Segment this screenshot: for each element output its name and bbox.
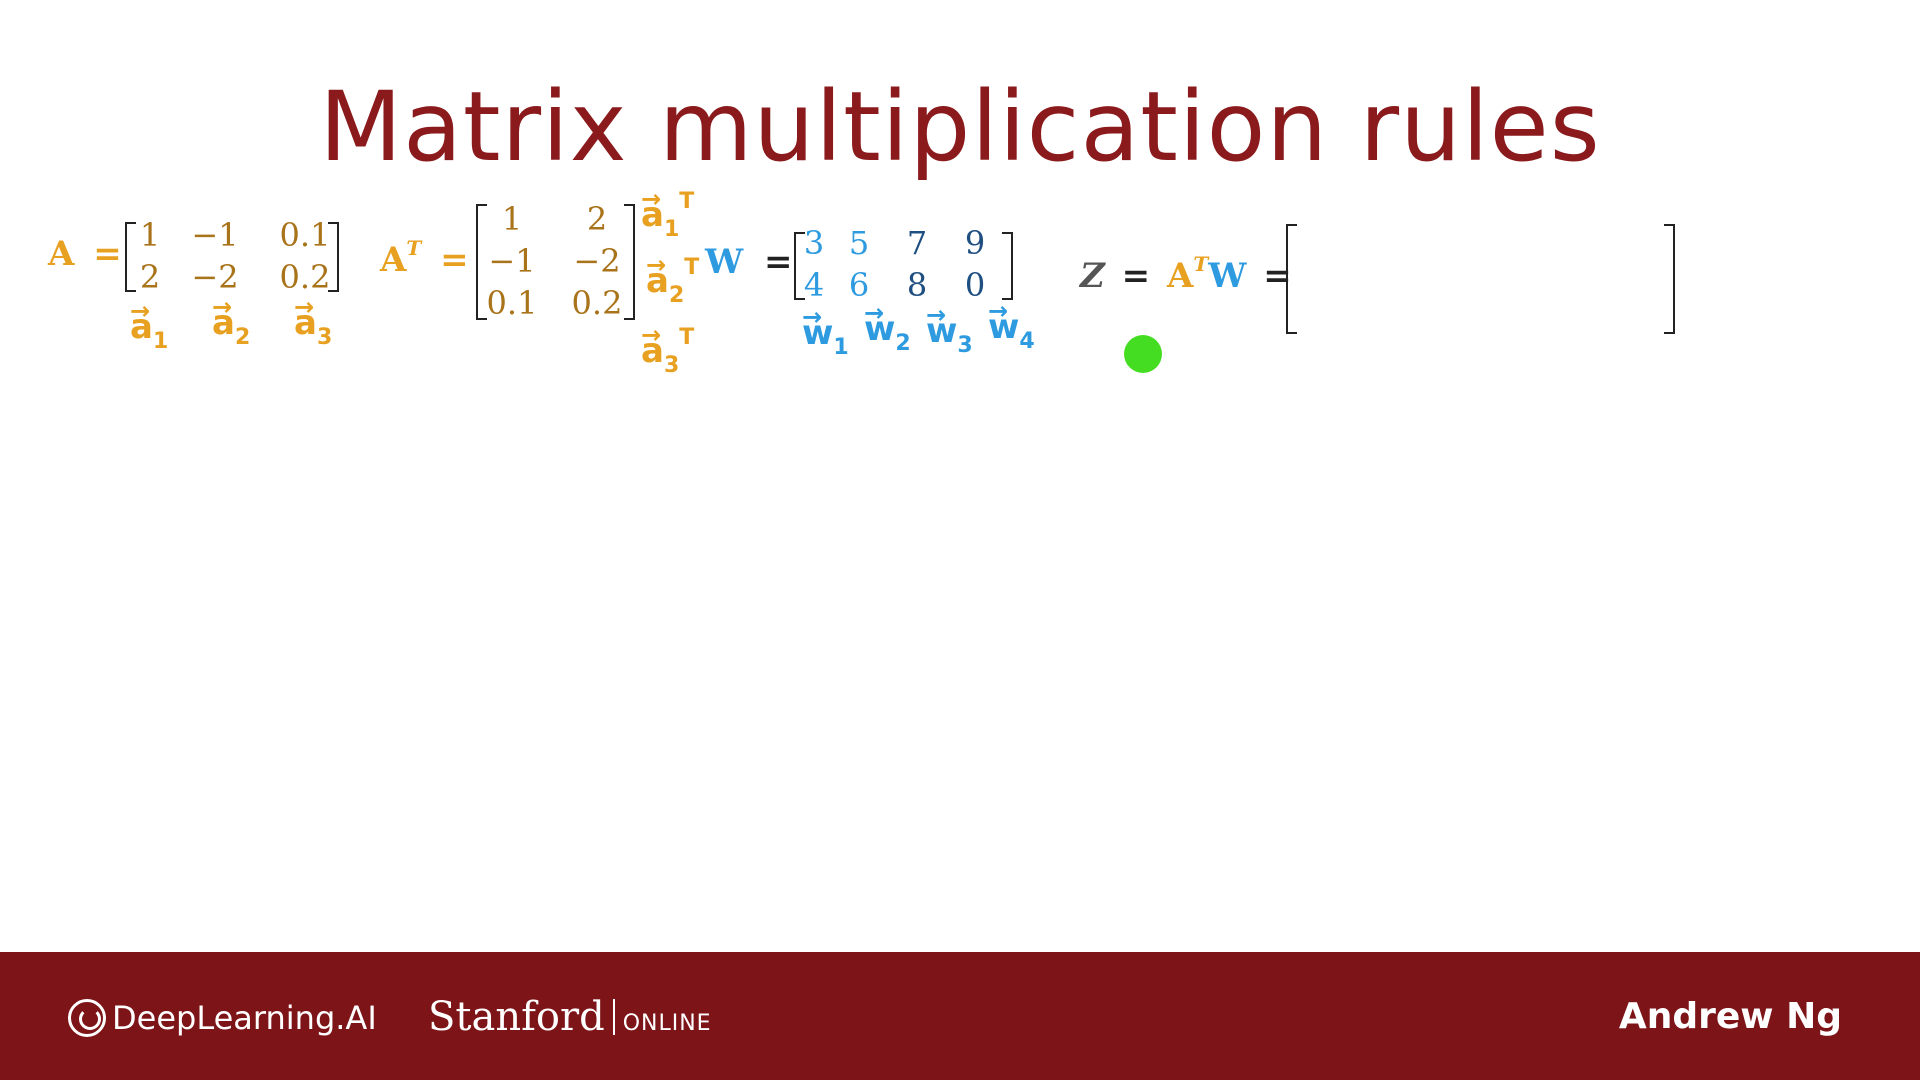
- equation-z-equals1: =: [1121, 256, 1151, 296]
- matrix-w-label: W =: [705, 242, 793, 282]
- equation-z: Z = ATW =: [1080, 252, 1292, 300]
- deeplearning-logo: DeepLearning.AI: [68, 999, 377, 1037]
- result-left-bracket: [1286, 224, 1297, 334]
- vector-w1-label: → w1: [802, 303, 849, 360]
- matrix-at-right-bracket: [624, 204, 635, 320]
- matrix-a-letter: A: [48, 234, 75, 274]
- matrix-at-letter: A: [380, 240, 407, 280]
- matrix-at-cell: 0.2: [571, 284, 623, 322]
- matrix-a-right-bracket: [328, 222, 339, 292]
- matrix-at-cell: −1: [488, 242, 536, 280]
- vector-w4-label: → w4: [988, 297, 1035, 354]
- matrix-at-cell: 0.1: [486, 284, 538, 322]
- slide-title: Matrix multiplication rules: [319, 71, 1601, 183]
- matrix-at-cell: −2: [573, 242, 621, 280]
- vector-a3-label: → a3: [294, 293, 333, 350]
- matrix-w-right-bracket: [1002, 232, 1013, 300]
- matrix-a-label: A =: [48, 234, 122, 274]
- result-right-bracket: [1664, 224, 1675, 334]
- matrix-w-letter: W: [705, 242, 744, 282]
- vector-a2-label: → a2: [212, 293, 251, 350]
- equation-z-a: A: [1166, 256, 1194, 296]
- matrix-w-equals: =: [764, 242, 793, 282]
- vector-a1-label: → a1: [130, 297, 169, 354]
- equation-z-sup: T: [1193, 252, 1209, 276]
- deeplearning-text: DeepLearning.AI: [112, 999, 377, 1037]
- matrix-a-equals: =: [93, 234, 122, 274]
- matrix-w: 3 5 7 9 4 6 8 0: [798, 222, 1004, 306]
- stanford-text: Stanford: [428, 994, 605, 1040]
- matrix-at-label: AT =: [380, 236, 469, 284]
- matrix-at-sup: T: [406, 236, 422, 260]
- author-name: Andrew Ng: [1618, 996, 1842, 1037]
- slide-canvas: Matrix multiplication rules A = 1 −1 0.1…: [0, 0, 1920, 952]
- vector-w3-label: → w3: [926, 301, 973, 358]
- deeplearning-icon: [68, 999, 106, 1037]
- pointer-dot: [1124, 335, 1162, 373]
- matrix-a-cell: −1: [191, 216, 239, 254]
- equation-z-letter: Z: [1080, 256, 1105, 296]
- vector-a3t-label: → a3T: [641, 321, 695, 378]
- matrix-w-cell: 5: [848, 224, 870, 262]
- matrix-w-cell: 3: [803, 224, 825, 262]
- matrix-at-cell: 2: [586, 200, 608, 238]
- vector-a1t-label: → a1T: [641, 185, 695, 242]
- online-text: ONLINE: [622, 1010, 712, 1036]
- stanford-divider: [612, 999, 615, 1035]
- vector-a2t-label: → a2T: [646, 251, 700, 308]
- matrix-a-cell: 1: [139, 216, 161, 254]
- matrix-at-cell: 1: [501, 200, 523, 238]
- matrix-at-equals: =: [440, 240, 469, 280]
- vector-w2-label: → w2: [864, 299, 911, 356]
- stanford-online-logo: Stanford ONLINE: [428, 994, 712, 1040]
- matrix-w-cell: 9: [964, 224, 986, 262]
- matrix-w-cell: 7: [906, 224, 928, 262]
- equation-z-w: W: [1208, 256, 1247, 296]
- matrix-a: 1 −1 0.1 2 −2 0.2: [130, 214, 350, 298]
- matrix-a-cell: 2: [139, 258, 161, 296]
